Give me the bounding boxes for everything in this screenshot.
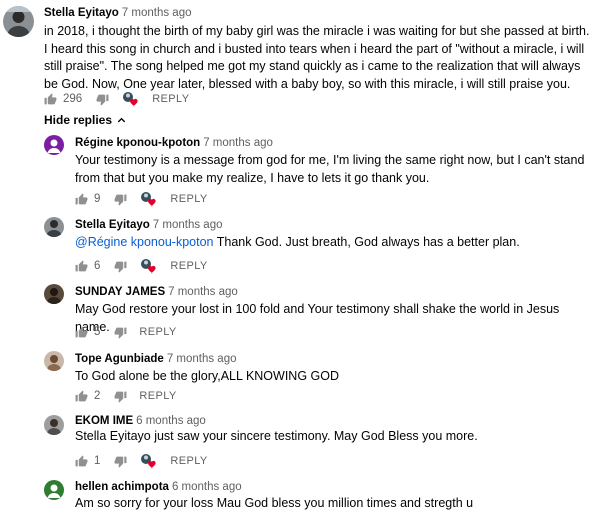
reply-comment: hellen achimpota 6 months ago Am so sorry… bbox=[0, 478, 600, 513]
like-count: 9 bbox=[94, 193, 101, 205]
dislike-button[interactable] bbox=[114, 455, 127, 468]
comment-time[interactable]: 7 months ago bbox=[167, 353, 237, 365]
thumb-down-icon bbox=[114, 391, 127, 402]
comment-time[interactable]: 6 months ago bbox=[136, 415, 206, 427]
like-count: 5 bbox=[94, 326, 101, 338]
thumb-up-icon bbox=[75, 390, 88, 401]
comment-actions: 2 REPLY bbox=[75, 388, 177, 404]
comment-time[interactable]: 7 months ago bbox=[203, 137, 273, 149]
thumb-up-icon bbox=[75, 193, 88, 204]
comment-time[interactable]: 7 months ago bbox=[168, 286, 238, 298]
comment-author[interactable]: Régine kponou-kpoton bbox=[75, 137, 200, 149]
creator-heart bbox=[122, 91, 140, 107]
comment-time[interactable]: 7 months ago bbox=[153, 219, 223, 231]
comment-author[interactable]: Stella Eyitayo bbox=[75, 219, 150, 231]
reply-comment: SUNDAY JAMES 7 months ago May God restore… bbox=[0, 279, 600, 343]
creator-heart-icon bbox=[123, 92, 138, 107]
dislike-button[interactable] bbox=[114, 193, 127, 206]
thumb-down-icon bbox=[114, 327, 127, 338]
hide-replies-toggle[interactable]: Hide replies bbox=[44, 113, 127, 127]
thumb-down-icon bbox=[114, 194, 127, 205]
avatar[interactable] bbox=[44, 217, 64, 237]
like-button[interactable] bbox=[75, 455, 88, 468]
comment-author[interactable]: hellen achimpota bbox=[75, 481, 169, 493]
comment-author[interactable]: Tope Agunbiade bbox=[75, 353, 164, 365]
comment-text: Your testimony is a message from god for… bbox=[75, 153, 585, 185]
creator-heart bbox=[140, 191, 158, 207]
reply-button[interactable]: REPLY bbox=[170, 455, 207, 467]
thumb-down-icon bbox=[114, 456, 127, 467]
creator-heart-icon bbox=[141, 259, 157, 274]
comment-text: in 2018, i thought the birth of my baby … bbox=[44, 24, 590, 91]
creator-heart-icon bbox=[141, 454, 157, 469]
reply-comment: Tope Agunbiade 7 months ago To God alone … bbox=[0, 346, 600, 410]
avatar[interactable] bbox=[3, 6, 34, 37]
avatar[interactable] bbox=[44, 351, 64, 371]
comment-actions: 296 REPLY bbox=[44, 91, 189, 107]
thumb-up-icon bbox=[44, 93, 57, 104]
reply-button[interactable]: REPLY bbox=[139, 390, 176, 402]
comment-author[interactable]: SUNDAY JAMES bbox=[75, 286, 165, 298]
comment-actions: 9 REPLY bbox=[75, 191, 208, 207]
reply-comment: EKOM IME 6 months ago Stella Eyitayo just… bbox=[0, 412, 600, 476]
comment-actions: 1 REPLY bbox=[75, 453, 208, 469]
like-count: 1 bbox=[94, 455, 101, 467]
comment-author[interactable]: EKOM IME bbox=[75, 415, 133, 427]
main-comment: Stella Eyitayo 7 months ago in 2018, i th… bbox=[0, 0, 600, 110]
comment-time[interactable]: 6 months ago bbox=[172, 481, 242, 493]
avatar[interactable] bbox=[44, 480, 64, 500]
comment-time[interactable]: 7 months ago bbox=[122, 7, 192, 19]
reply-comment: Régine kponou-kpoton 7 months ago Your te… bbox=[0, 130, 600, 210]
dislike-button[interactable] bbox=[96, 93, 109, 106]
like-button[interactable] bbox=[44, 93, 57, 106]
comment-text: Am so sorry for your loss Mau God bless … bbox=[75, 496, 474, 510]
thumb-up-icon bbox=[75, 326, 88, 337]
dislike-button[interactable] bbox=[114, 260, 127, 273]
like-count: 6 bbox=[94, 260, 101, 272]
reply-button[interactable]: REPLY bbox=[170, 193, 207, 205]
avatar[interactable] bbox=[44, 284, 64, 304]
comment-actions: 6 REPLY bbox=[75, 258, 208, 274]
chevron-up-icon bbox=[117, 117, 126, 122]
hide-replies-label: Hide replies bbox=[44, 113, 113, 127]
mention-link[interactable]: @Régine kponou-kpoton bbox=[75, 235, 213, 249]
reply-button[interactable]: REPLY bbox=[170, 260, 207, 272]
thumb-down-icon bbox=[114, 261, 127, 272]
like-count: 2 bbox=[94, 390, 101, 402]
avatar[interactable] bbox=[44, 135, 64, 155]
dislike-button[interactable] bbox=[114, 326, 127, 339]
like-count: 296 bbox=[63, 93, 83, 105]
like-button[interactable] bbox=[75, 193, 88, 206]
creator-heart-icon bbox=[141, 192, 157, 207]
reply-button[interactable]: REPLY bbox=[139, 326, 176, 338]
creator-heart bbox=[140, 453, 158, 469]
like-button[interactable] bbox=[75, 390, 88, 403]
comment-text: Stella Eyitayo just saw your sincere tes… bbox=[75, 429, 478, 443]
reply-comment: Stella Eyitayo 7 months ago @Régine kpono… bbox=[0, 212, 600, 276]
like-button[interactable] bbox=[75, 326, 88, 339]
comment-text-body: Thank God. Just breath, God always has a… bbox=[213, 235, 520, 249]
thumb-up-icon bbox=[75, 260, 88, 271]
comment-actions: 5 REPLY bbox=[75, 324, 177, 340]
dislike-button[interactable] bbox=[114, 390, 127, 403]
comment-author[interactable]: Stella Eyitayo bbox=[44, 7, 119, 19]
reply-button[interactable]: REPLY bbox=[152, 93, 189, 105]
like-button[interactable] bbox=[75, 260, 88, 273]
comment-text: To God alone be the glory,ALL KNOWING GO… bbox=[75, 369, 340, 383]
comment-text: @Régine kponou-kpoton Thank God. Just br… bbox=[75, 234, 595, 252]
thumb-down-icon bbox=[96, 94, 109, 105]
creator-heart bbox=[140, 258, 158, 274]
avatar[interactable] bbox=[44, 415, 64, 435]
thumb-up-icon bbox=[75, 455, 88, 466]
